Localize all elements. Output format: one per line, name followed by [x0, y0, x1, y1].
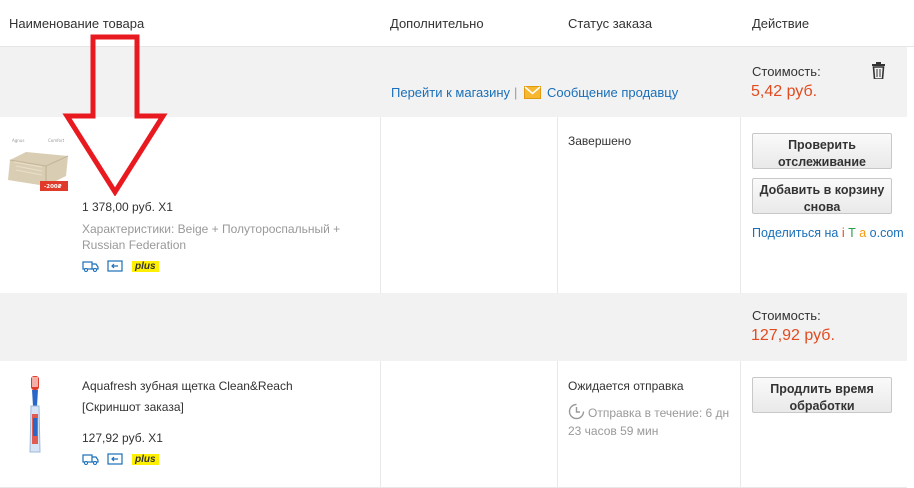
check-tracking-button[interactable]: Проверить отслеживание: [752, 133, 892, 169]
return-box-icon: [107, 453, 123, 468]
message-seller-link[interactable]: Сообщение продавцу: [547, 85, 678, 100]
extend-processing-time-button[interactable]: Продлить время обработки: [752, 377, 892, 413]
cost-value: 5,42 руб.: [751, 83, 818, 100]
red-arrow-annotation: [60, 34, 170, 199]
item-price-quantity: 1 378,00 руб. X1: [82, 200, 173, 214]
share-letter-a: a: [859, 226, 867, 240]
column-header-status: Статус заказа: [568, 16, 653, 31]
order-snapshot-link[interactable]: [Скриншот заказа]: [82, 400, 184, 414]
column-header-product: Наименование товара: [9, 16, 145, 31]
cost-value: 127,92 руб.: [751, 327, 835, 344]
delivery-truck-icon: [82, 453, 99, 468]
column-divider: [740, 361, 741, 488]
share-suffix: .com: [876, 226, 904, 240]
product-title[interactable]: Aquafresh зубная щетка Clean&Reach: [82, 379, 293, 393]
order-status: Ожидается отправка: [568, 379, 684, 393]
column-divider: [380, 117, 381, 293]
order-status: Завершено: [568, 134, 632, 148]
item-specs: Характеристики: Beige + Полутороспальный…: [82, 222, 341, 252]
column-divider: [557, 361, 558, 488]
thumb-brand-1: Agnus: [12, 138, 24, 143]
plus-badge: plus: [132, 454, 159, 465]
trash-icon[interactable]: [871, 62, 886, 82]
column-divider: [380, 361, 381, 488]
shipping-countdown: Отправка в течение: 6 дн 23 часов 59 мин: [568, 406, 730, 438]
share-prefix: Поделиться на: [752, 226, 842, 240]
share-on-itao-link[interactable]: Поделиться на i T a o.com: [752, 226, 904, 240]
product-thumbnail[interactable]: [14, 374, 54, 458]
add-to-cart-again-button[interactable]: Добавить в корзину снова: [752, 178, 892, 214]
column-header-action: Действие: [752, 16, 810, 31]
return-box-icon: [107, 260, 123, 275]
go-to-store-link[interactable]: Перейти к магазину: [391, 85, 510, 100]
item-price-quantity: 127,92 руб. X1: [82, 431, 163, 445]
column-divider: [557, 117, 558, 293]
envelope-icon[interactable]: [524, 86, 541, 102]
column-divider: [740, 117, 741, 293]
share-letter-t: T: [848, 226, 856, 240]
cost-label: Стоимость:: [752, 308, 821, 323]
share-letter-o: o: [869, 226, 877, 240]
cost-label: Стоимость:: [752, 64, 821, 79]
plus-badge: plus: [132, 261, 159, 272]
share-letter-i: i: [841, 226, 845, 240]
separator: |: [514, 85, 518, 100]
column-header-additional: Дополнительно: [390, 16, 484, 31]
delivery-truck-icon: [82, 260, 99, 275]
order-store-bar: Стоимость: 127,92 руб.: [0, 293, 907, 361]
